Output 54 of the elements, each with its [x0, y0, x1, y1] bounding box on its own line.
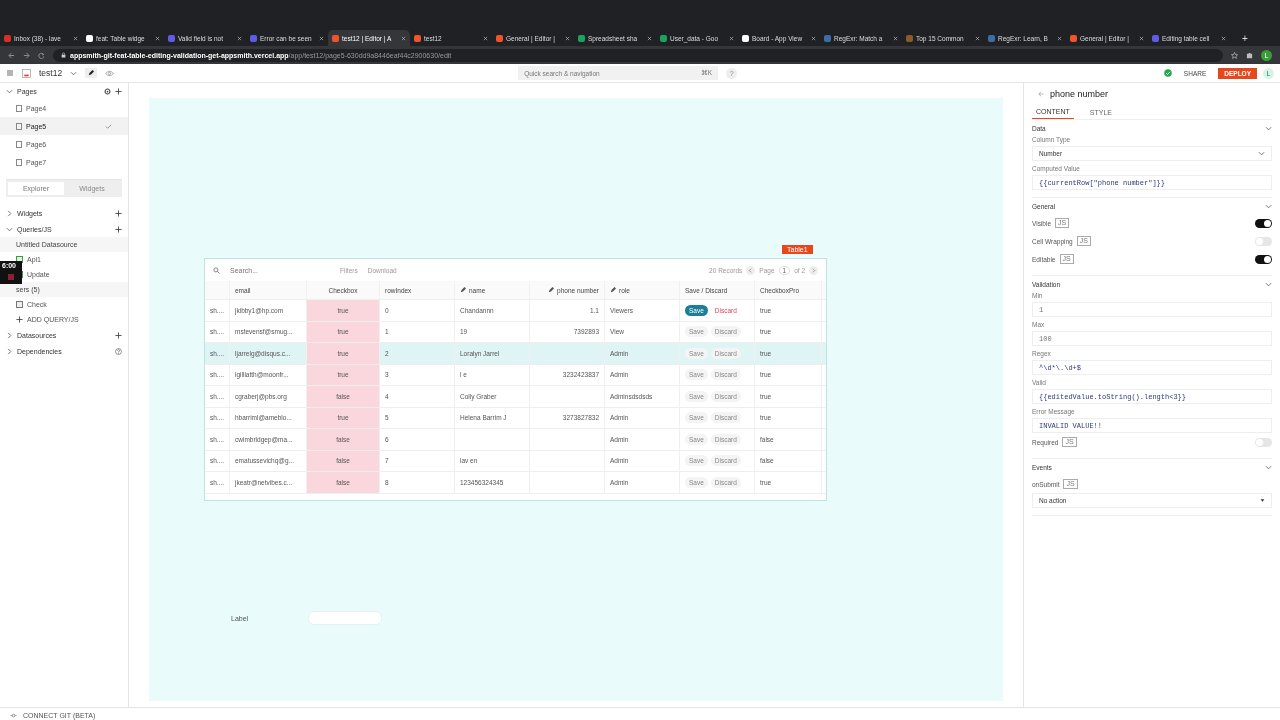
close-icon[interactable]: [73, 35, 78, 41]
chevron-icon: [1258, 150, 1265, 157]
plus-icon[interactable]: [115, 209, 122, 217]
js-icon: [16, 301, 23, 308]
forward-icon[interactable]: [23, 51, 30, 59]
chevron-icon: [6, 87, 13, 95]
toggle-switch[interactable]: [1255, 218, 1272, 228]
page-icon: [16, 140, 22, 148]
close-icon[interactable]: [1221, 35, 1226, 41]
check-circle-icon: [1163, 69, 1172, 77]
pencil-icon: [610, 287, 616, 293]
search-icon: [213, 266, 220, 274]
chevron-icon: [70, 69, 78, 77]
caret-icon: [1260, 498, 1265, 503]
new-tab-button[interactable]: +: [1236, 31, 1254, 45]
chevron-icon: [1265, 281, 1272, 288]
close-icon[interactable]: [729, 35, 734, 41]
check-icon: [105, 122, 112, 130]
toggle-switch[interactable]: [1255, 437, 1272, 447]
pencil-icon: [88, 70, 95, 76]
plus-icon[interactable]: [115, 87, 122, 95]
toggle-switch[interactable]: [1255, 236, 1272, 246]
close-icon[interactable]: [893, 35, 898, 41]
pencil-icon: [548, 287, 555, 293]
back-icon[interactable]: [8, 51, 15, 59]
page-icon: [16, 158, 22, 166]
app-logo-icon: [22, 68, 31, 78]
plus-icon[interactable]: [115, 331, 122, 339]
close-icon[interactable]: [647, 35, 652, 41]
star-icon[interactable]: [1231, 51, 1238, 59]
close-icon[interactable]: [319, 35, 324, 41]
page-icon: [16, 122, 22, 130]
chevron-icon: [1265, 203, 1272, 210]
toggle-switch[interactable]: [1255, 254, 1272, 264]
close-icon[interactable]: [483, 35, 488, 41]
pencil-icon: [460, 287, 466, 293]
close-icon[interactable]: [975, 35, 980, 41]
close-icon[interactable]: [237, 35, 242, 41]
chevron-icon: [1265, 464, 1272, 471]
close-icon[interactable]: [811, 35, 816, 41]
reload-icon[interactable]: [38, 51, 45, 59]
close-icon[interactable]: [565, 35, 570, 41]
plus-icon[interactable]: [115, 225, 122, 233]
close-icon[interactable]: [155, 35, 160, 41]
settings-icon[interactable]: [104, 87, 111, 95]
pane-title: phone number: [1050, 89, 1109, 99]
close-icon[interactable]: [1139, 35, 1144, 41]
close-icon[interactable]: [1057, 35, 1062, 41]
chevron-icon: [1265, 125, 1272, 132]
plus-icon[interactable]: [16, 316, 23, 323]
close-icon[interactable]: [401, 35, 406, 41]
page-icon: [16, 104, 22, 112]
puzzle-icon[interactable]: [1246, 51, 1253, 59]
app-name[interactable]: test12: [39, 68, 63, 78]
